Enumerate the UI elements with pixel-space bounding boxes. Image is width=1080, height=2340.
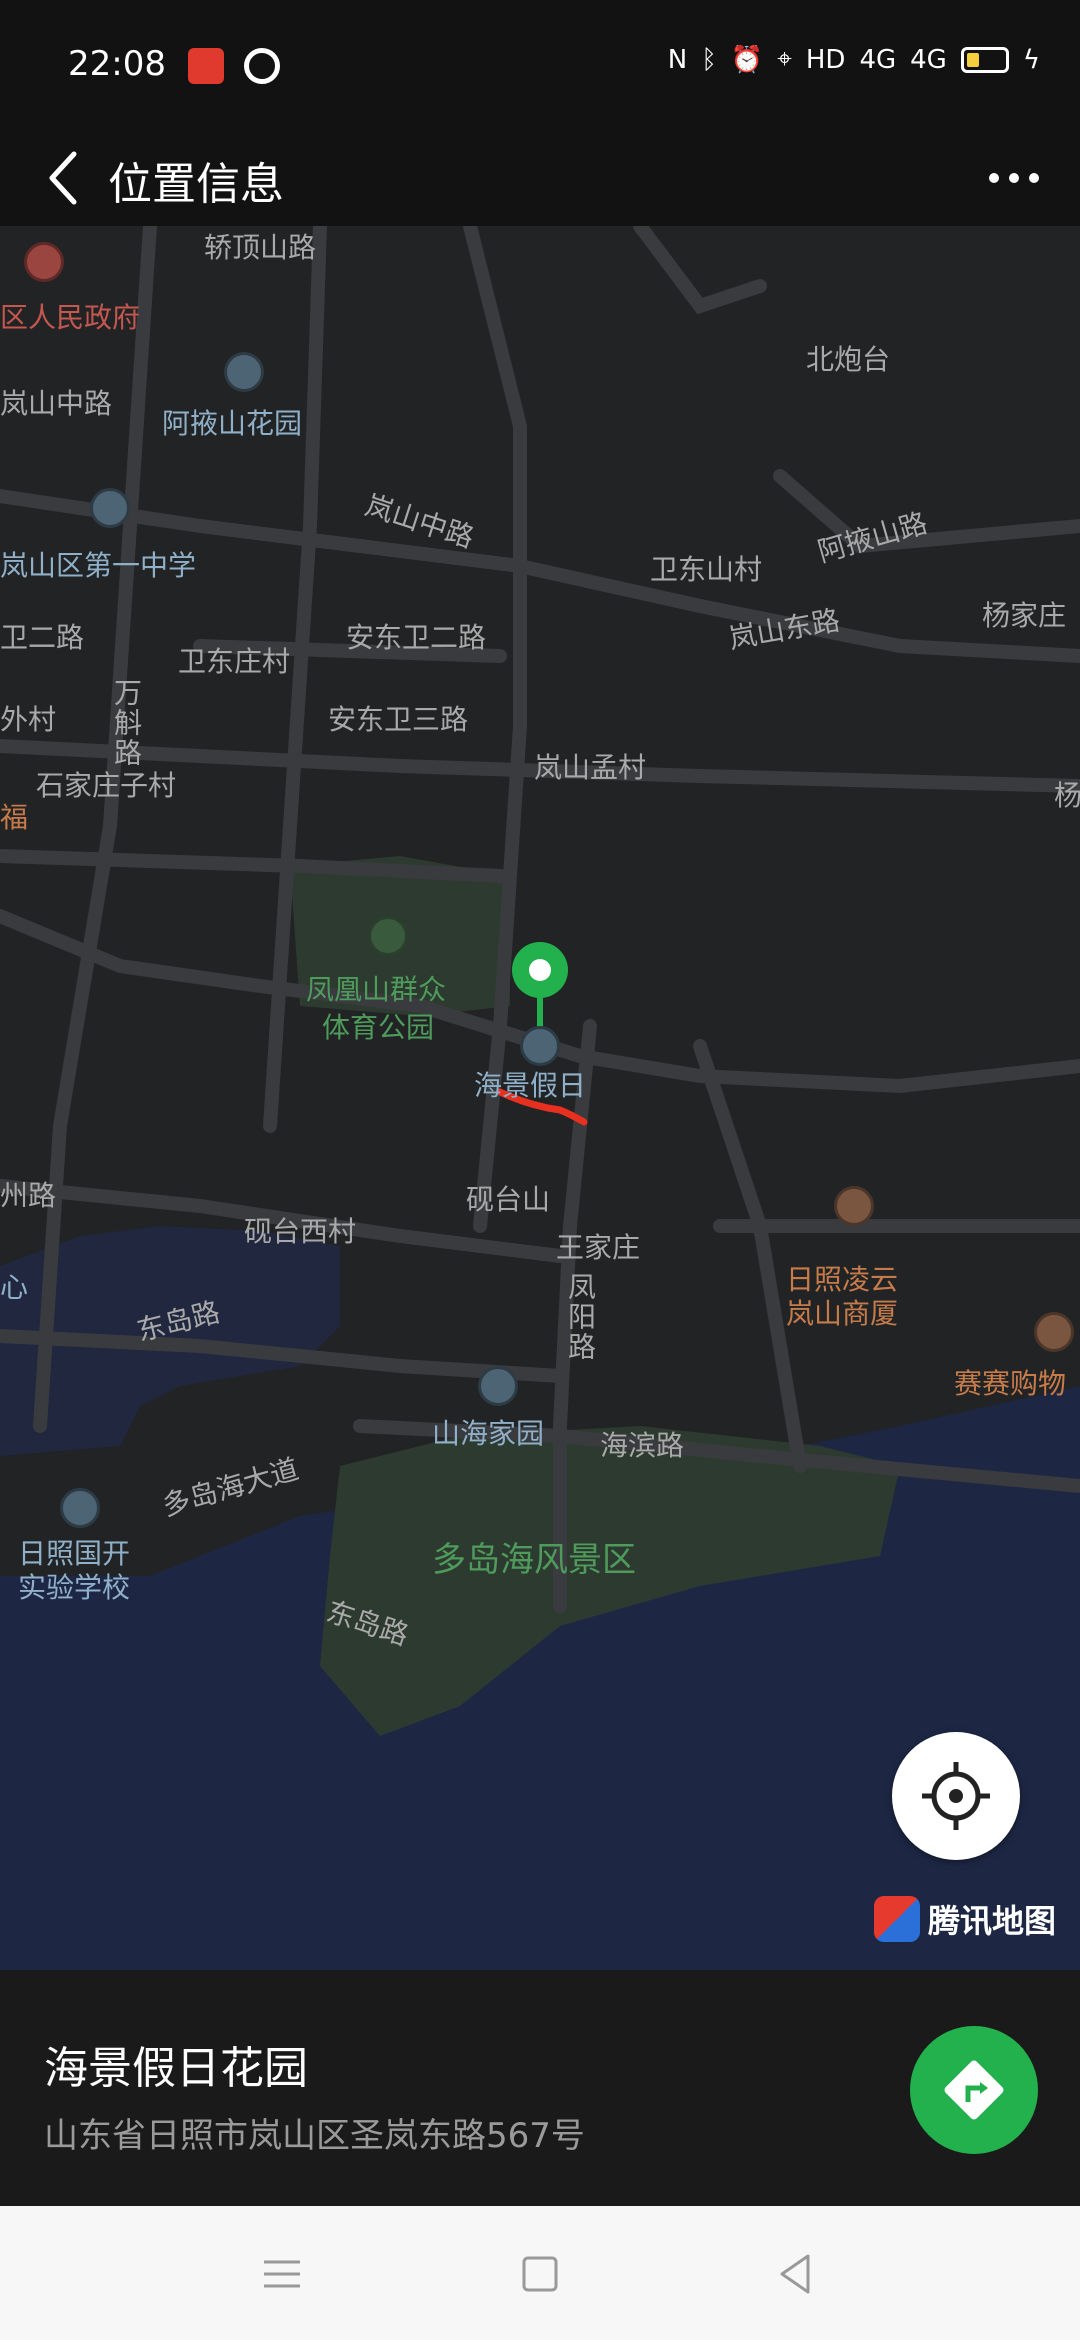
school-poi-icon-2	[60, 1488, 100, 1528]
signal-icon-1: 4G	[859, 44, 897, 75]
poi-label: 多岛海风景区	[432, 1540, 636, 1580]
poi-label: 砚台山	[466, 1183, 551, 1216]
status-time: 22:08	[68, 44, 166, 84]
poi-label: 赛赛购物	[954, 1367, 1067, 1400]
tencent-map-label: 腾讯地图	[928, 1902, 1057, 1940]
poi-label: 卫东山村	[650, 553, 763, 586]
road-label: 卫二路	[0, 621, 85, 654]
status-bar: 22:08 N ᛒ ⏰ ⌖ HD 4G 4G ϟ	[0, 0, 1080, 130]
map-view[interactable]: 轿顶山路 区人民政府 岚山中路 阿掖山花园 北炮台 岚山中路 岚山区第一中学 阿…	[0, 226, 1080, 1970]
shopping-poi-icon	[1034, 1312, 1074, 1352]
alarm-icon: ⏰	[730, 44, 764, 75]
status-indicators: N ᛒ ⏰ ⌖ HD 4G 4G ϟ	[668, 44, 1040, 75]
road-label: 凤阳路	[564, 1272, 597, 1362]
poi-label: 北炮台	[806, 343, 891, 376]
poi-label: 砚台西村	[244, 1215, 357, 1248]
battery-icon	[960, 46, 1009, 73]
poi-label: 杨	[1054, 779, 1080, 812]
bluetooth-icon: ᛒ	[701, 44, 717, 75]
mall-poi-icon	[834, 1186, 874, 1226]
locate-button[interactable]	[892, 1732, 1020, 1860]
chevron-left-icon[interactable]	[36, 140, 92, 216]
system-navigation-bar	[0, 2206, 1080, 2340]
square-icon[interactable]	[512, 2246, 568, 2302]
nfc-icon: N	[667, 44, 688, 75]
hotel-poi-icon	[520, 1026, 560, 1066]
navigation-arrow-icon	[944, 2060, 1004, 2120]
more-horizontal-icon[interactable]	[984, 154, 1044, 202]
page-title: 位置信息	[108, 159, 284, 210]
road-label: 海滨路	[600, 1429, 685, 1462]
q-app-icon	[244, 48, 280, 84]
app-notification-icon	[188, 48, 224, 84]
poi-label: 凤凰山群众	[306, 973, 447, 1006]
road-label: 安东卫二路	[346, 621, 487, 654]
poi-label: 岚山区第一中学	[0, 549, 197, 582]
poi-label: 杨家庄	[982, 599, 1067, 632]
tencent-map-icon	[874, 1896, 920, 1942]
road-label: 岚山中路	[0, 387, 113, 420]
poi-label: 石家庄子村	[36, 769, 177, 802]
tencent-map-logo: 腾讯地图	[874, 1896, 1056, 1942]
place-name: 海景假日花园	[44, 2043, 308, 2094]
school-poi-icon	[90, 488, 130, 528]
charging-icon: ϟ	[1022, 44, 1040, 75]
signal-icon-2: 4G	[910, 44, 947, 75]
place-address: 山东省日照市岚山区圣岚东路567号	[44, 2116, 585, 2156]
government-poi-icon	[24, 242, 64, 282]
poi-label: 外村	[0, 703, 57, 736]
triangle-back-icon[interactable]	[768, 2246, 824, 2302]
residence-poi-icon	[478, 1366, 518, 1406]
road-label: 轿顶山路	[204, 231, 317, 264]
location-icon: ⌖	[777, 44, 792, 74]
poi-label: 实验学校	[18, 1571, 131, 1604]
poi-label: 王家庄	[556, 1231, 641, 1264]
poi-label: 福	[0, 801, 29, 834]
road-label: 安东卫三路	[328, 703, 469, 736]
poi-label: 体育公园	[322, 1011, 435, 1044]
hd-indicator: HD	[805, 44, 846, 75]
menu-icon[interactable]	[254, 2246, 310, 2302]
navigate-button[interactable]	[910, 2026, 1038, 2154]
poi-label: 岚山孟村	[534, 751, 647, 784]
poi-label: 岚山商厦	[786, 1297, 899, 1330]
park-poi-icon	[368, 916, 408, 956]
road-label: 州路	[0, 1179, 57, 1212]
road-label: 万斛路	[110, 678, 143, 768]
selected-poi-label: 海景假日	[474, 1069, 587, 1102]
crosshair-icon	[922, 1762, 990, 1830]
building-poi-icon	[224, 352, 264, 392]
header-bar: 位置信息	[0, 130, 1080, 226]
poi-label: 卫东庄村	[178, 645, 291, 678]
poi-label: 心	[0, 1271, 29, 1304]
poi-label: 阿掖山花园	[162, 407, 303, 440]
place-info-panel: 海景假日花园 山东省日照市岚山区圣岚东路567号	[0, 1970, 1080, 2206]
poi-label: 山海家园	[432, 1417, 545, 1450]
poi-label: 区人民政府	[0, 301, 141, 334]
